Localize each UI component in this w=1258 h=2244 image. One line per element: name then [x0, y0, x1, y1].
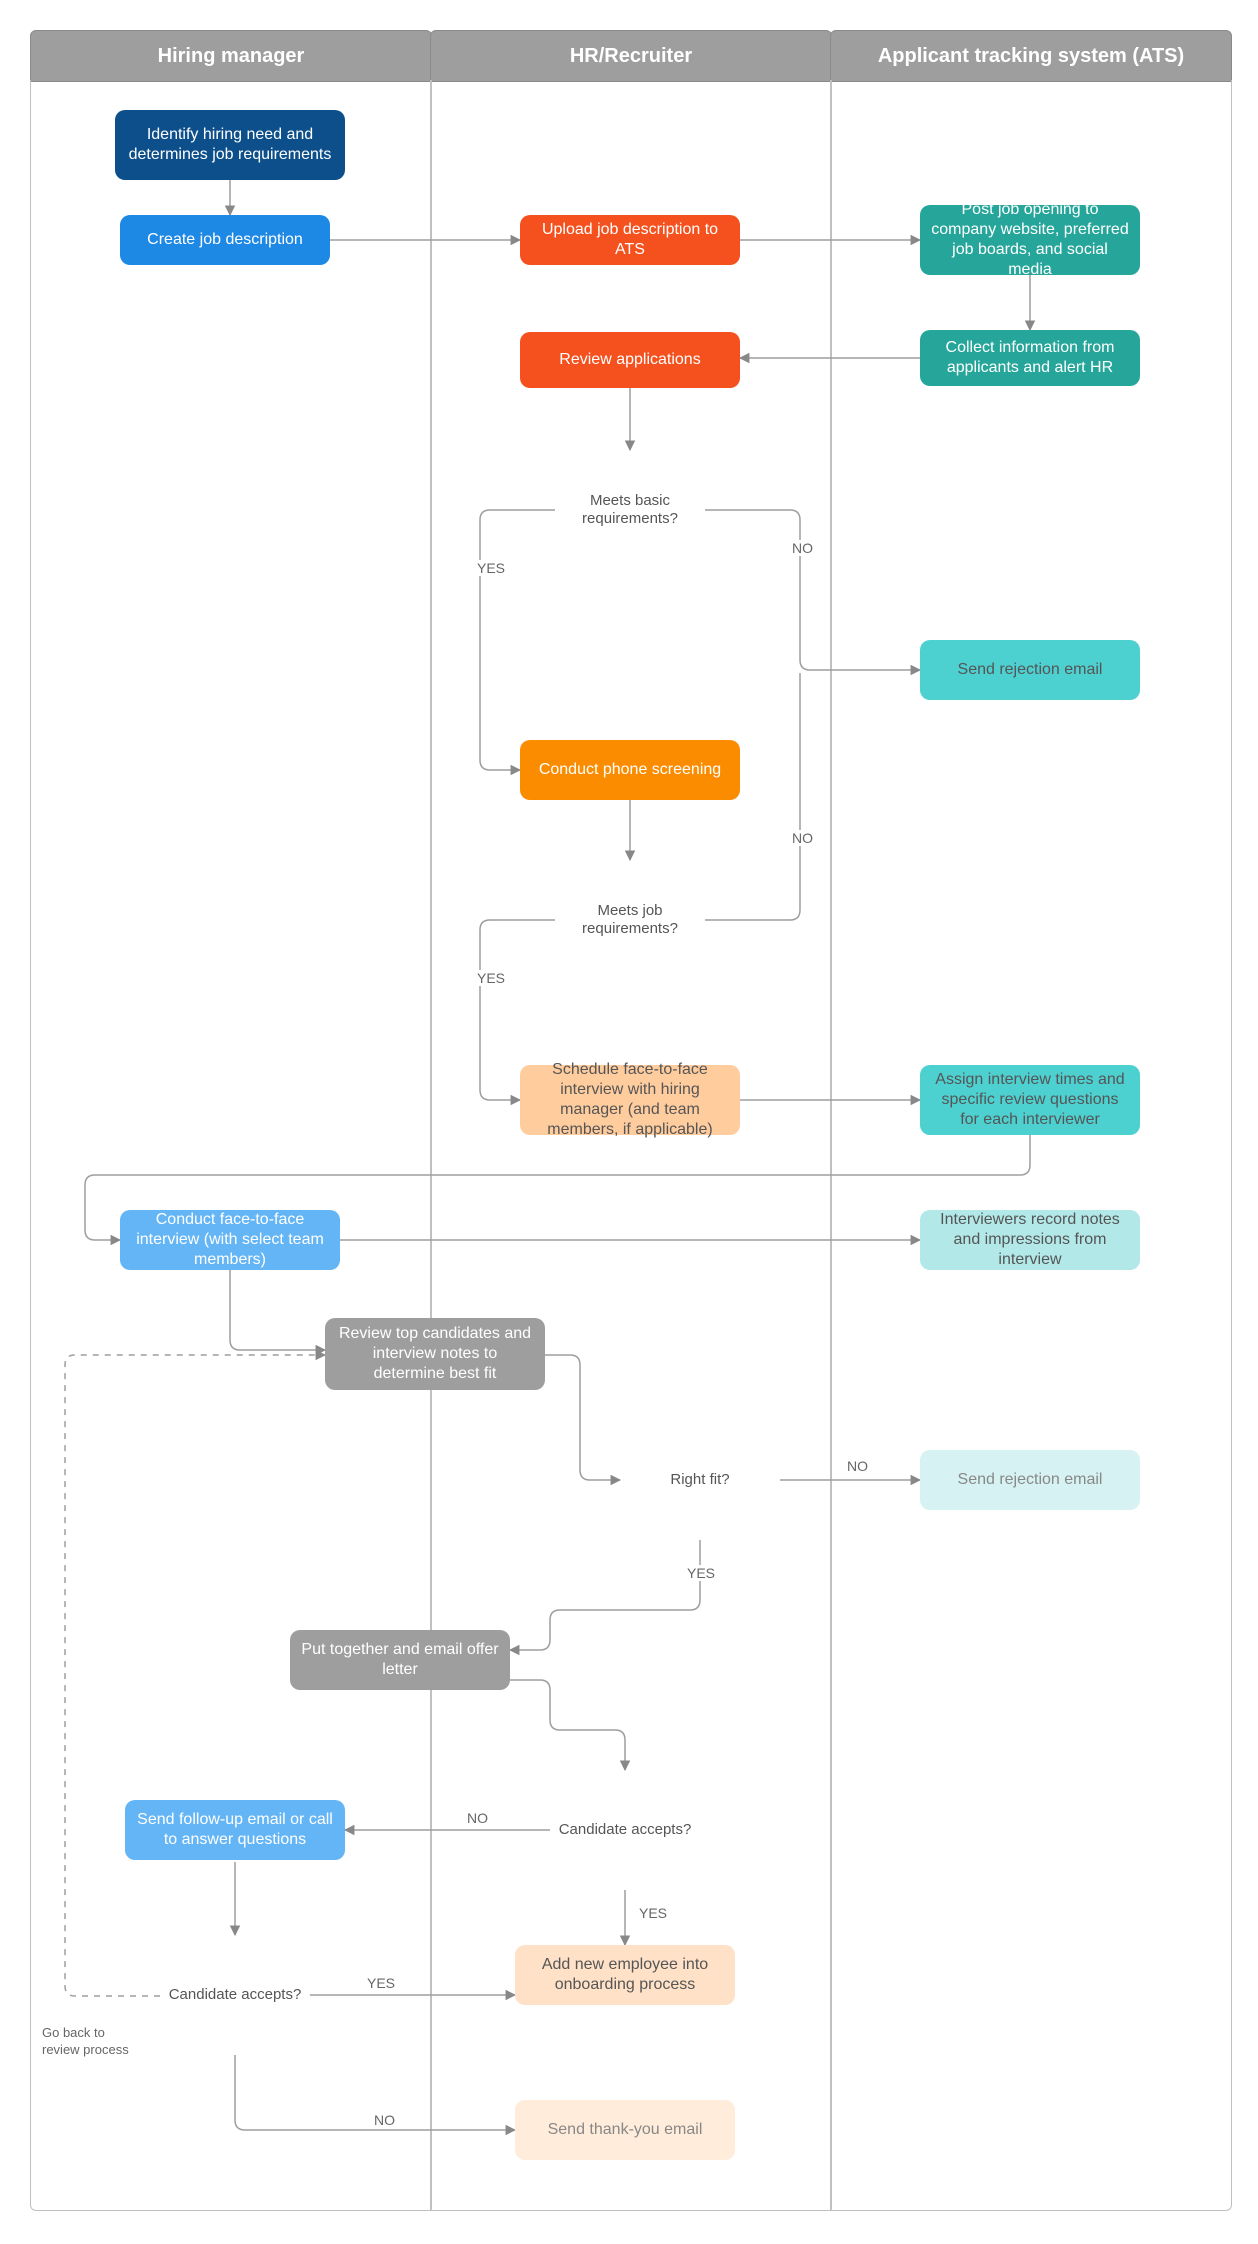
node-review-apps: Review applications	[520, 332, 740, 388]
node-phone-screen: Conduct phone screening	[520, 740, 740, 800]
label-yes-5: YES	[365, 1975, 397, 1991]
label-no-5: NO	[372, 2112, 397, 2128]
label-no-1: NO	[790, 540, 815, 556]
node-offer-letter: Put together and email offer letter	[290, 1630, 510, 1690]
label-yes-1: YES	[475, 560, 507, 576]
label-yes-2: YES	[475, 970, 507, 986]
decision-right-fit: Right fit?	[620, 1420, 780, 1540]
decision-meets-basic-label: Meets basic requirements?	[563, 492, 697, 528]
decision-candidate-accepts-1: Candidate accepts?	[550, 1770, 700, 1890]
node-review-top: Review top candidates and interview note…	[325, 1318, 545, 1390]
node-assign-times: Assign interview times and specific revi…	[920, 1065, 1140, 1135]
node-followup: Send follow-up email or call to answer q…	[125, 1800, 345, 1860]
node-send-rejection-2: Send rejection email	[920, 1450, 1140, 1510]
node-onboarding: Add new employee into onboarding process	[515, 1945, 735, 2005]
node-identify-need: Identify hiring need and determines job …	[115, 110, 345, 180]
decision-candidate-accepts-2-label: Candidate accepts?	[169, 1986, 302, 2004]
label-yes-3: YES	[685, 1565, 717, 1581]
label-go-back: Go back to review process	[40, 2025, 131, 2059]
label-no-3: NO	[845, 1458, 870, 1474]
label-no-2: NO	[790, 830, 815, 846]
node-create-jd: Create job description	[120, 215, 330, 265]
decision-candidate-accepts-2: Candidate accepts?	[160, 1935, 310, 2055]
node-record-notes: Interviewers record notes and impression…	[920, 1210, 1140, 1270]
node-schedule-f2f: Schedule face-to-face interview with hir…	[520, 1065, 740, 1135]
node-upload-jd: Upload job description to ATS	[520, 215, 740, 265]
node-thank-you: Send thank-you email	[515, 2100, 735, 2160]
decision-meets-basic: Meets basic requirements?	[555, 450, 705, 570]
label-yes-4: YES	[637, 1905, 669, 1921]
node-conduct-f2f: Conduct face-to-face interview (with sel…	[120, 1210, 340, 1270]
label-no-4: NO	[465, 1810, 490, 1826]
decision-candidate-accepts-1-label: Candidate accepts?	[559, 1821, 692, 1839]
node-post-job: Post job opening to company website, pre…	[920, 205, 1140, 275]
decision-meets-job-label: Meets job requirements?	[563, 902, 697, 938]
node-send-rejection-1: Send rejection email	[920, 640, 1140, 700]
decision-meets-job: Meets job requirements?	[555, 860, 705, 980]
decision-right-fit-label: Right fit?	[670, 1471, 729, 1489]
node-collect-info: Collect information from applicants and …	[920, 330, 1140, 386]
